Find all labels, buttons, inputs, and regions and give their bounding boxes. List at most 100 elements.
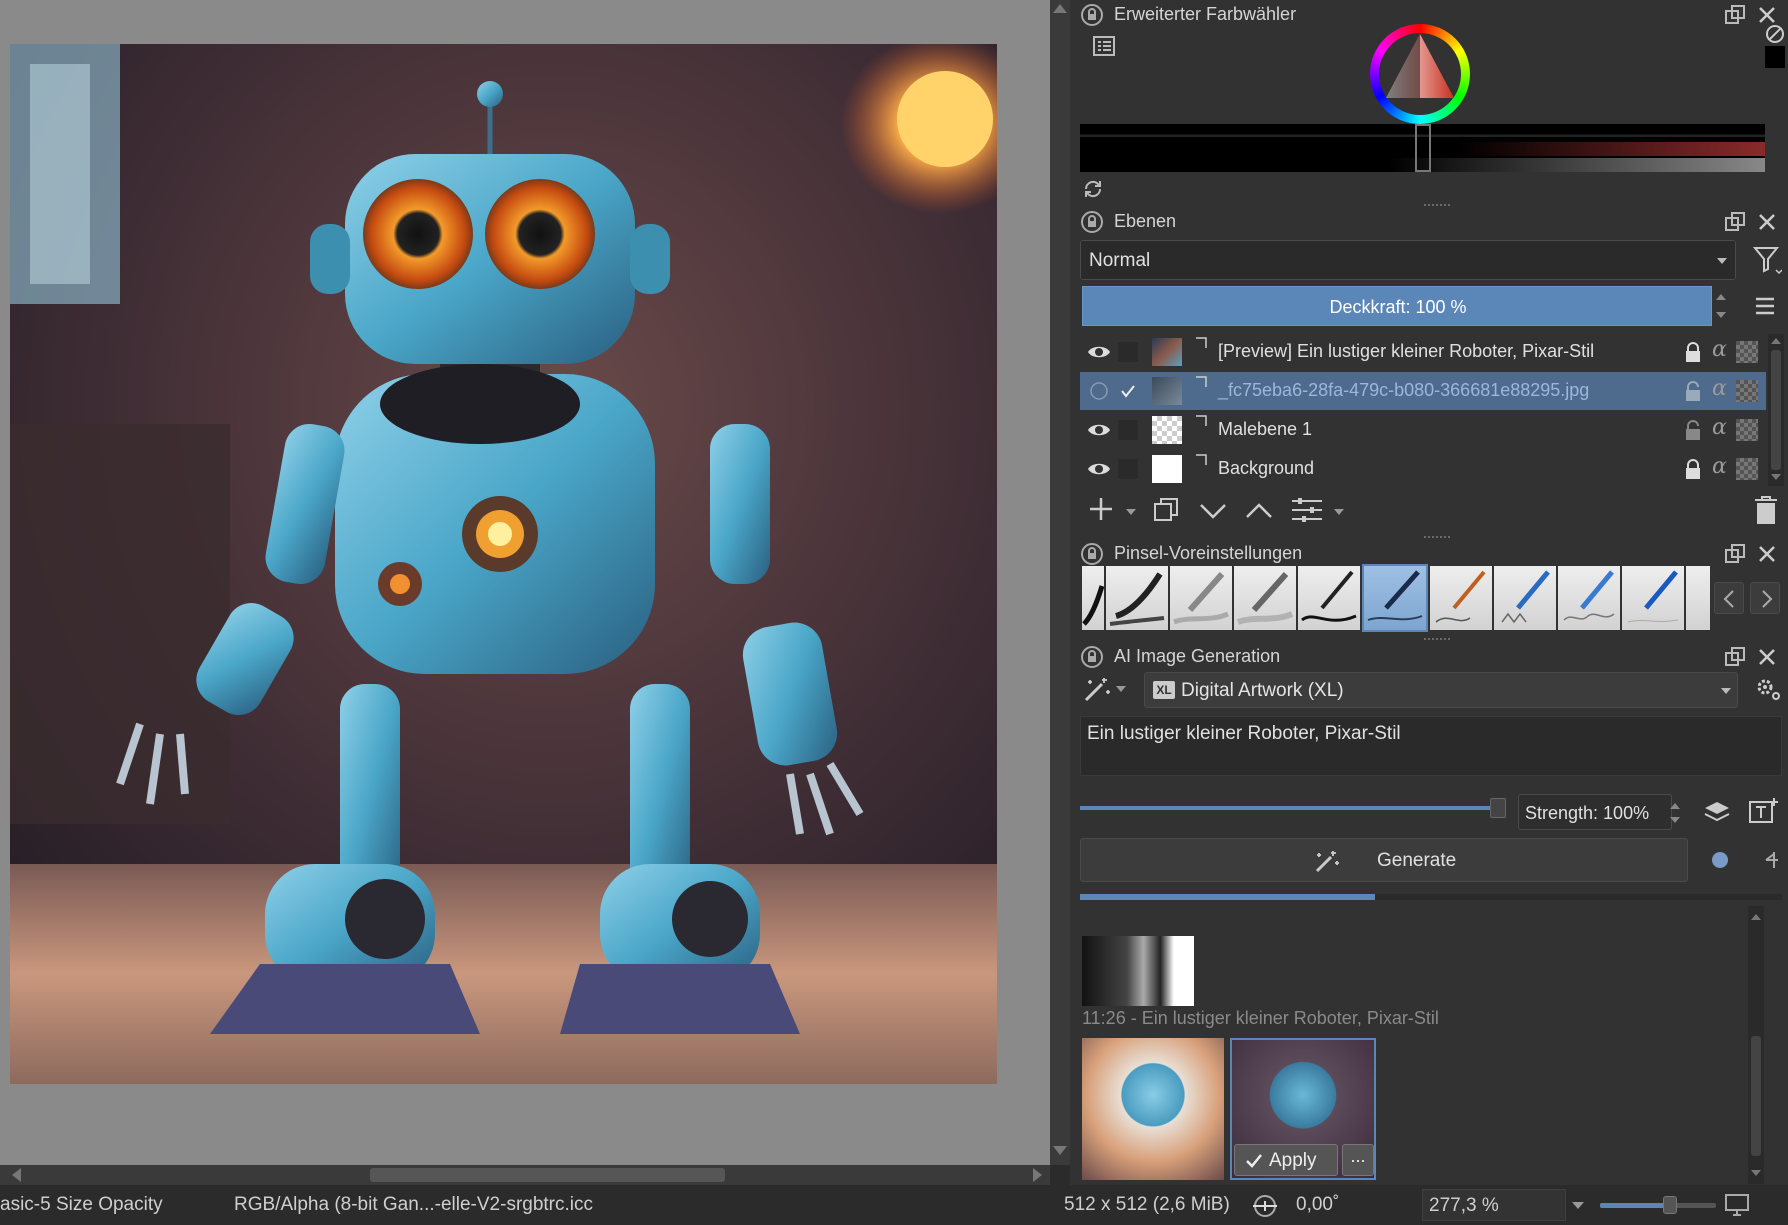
filter-icon[interactable] <box>1752 244 1782 276</box>
layer-checkbox[interactable] <box>1118 420 1138 440</box>
brush-preset-item-selected[interactable] <box>1362 564 1428 632</box>
eye-icon[interactable] <box>1086 457 1112 481</box>
layer-row-selected[interactable]: _fc75eba6-28fa-479c-b080-366681e88295.jp… <box>1080 372 1766 410</box>
layer-checkbox[interactable] <box>1118 459 1138 479</box>
more-options-button[interactable]: ... <box>1342 1144 1374 1176</box>
lock-icon[interactable] <box>1080 645 1104 669</box>
brush-preset-item[interactable] <box>1170 566 1232 630</box>
brush-preset-item[interactable] <box>1082 566 1104 630</box>
layer-checkbox[interactable] <box>1118 342 1138 362</box>
apply-button[interactable]: Apply <box>1234 1144 1338 1176</box>
brush-preset-item[interactable] <box>1106 566 1168 630</box>
shade-cursor[interactable] <box>1415 124 1431 172</box>
canvas-horizontal-scrollbar[interactable] <box>0 1165 1050 1185</box>
close-icon[interactable] <box>1756 211 1778 233</box>
monitor-icon[interactable] <box>1724 1193 1750 1217</box>
refresh-icon[interactable] <box>1082 178 1104 200</box>
history-result-thumbnail[interactable] <box>1082 1038 1224 1180</box>
opacity-slider[interactable]: Deckkraft: 100 % <box>1082 286 1712 326</box>
brush-preset-status[interactable]: asic-5 Size Opacity <box>0 1194 163 1216</box>
layer-properties-icon[interactable] <box>1290 496 1324 524</box>
lock-icon[interactable] <box>1684 458 1702 480</box>
layers-scrollbar[interactable] <box>1768 334 1784 486</box>
blend-mode-select[interactable]: Normal <box>1080 240 1736 280</box>
horizontal-scroll-thumb[interactable] <box>370 1168 725 1182</box>
color-shade-strip[interactable] <box>1080 124 1765 172</box>
strength-slider-handle[interactable] <box>1490 798 1506 818</box>
unlock-icon[interactable] <box>1684 419 1702 441</box>
spin-down-icon[interactable] <box>1716 312 1726 318</box>
no-color-icon[interactable] <box>1765 24 1785 44</box>
alpha-inherit-icon[interactable] <box>1736 419 1758 441</box>
strength-spinner[interactable] <box>1668 798 1682 828</box>
style-select[interactable]: XL Digital Artwork (XL) <box>1144 672 1738 708</box>
eye-hidden-icon[interactable] <box>1086 379 1112 403</box>
layer-row[interactable]: Malebene 1 α <box>1080 411 1766 449</box>
scroll-up-arrow-icon[interactable] <box>1771 338 1781 344</box>
zoom-slider[interactable] <box>1600 1196 1716 1214</box>
eye-icon[interactable] <box>1086 418 1112 442</box>
layer-properties-icon[interactable] <box>1194 335 1210 351</box>
layer-properties-dropdown-icon[interactable] <box>1334 509 1344 515</box>
history-result-thumbnail-selected[interactable]: Apply ... <box>1230 1038 1376 1180</box>
magic-wand-icon[interactable] <box>1082 676 1112 704</box>
scroll-down-arrow-icon[interactable] <box>1771 474 1781 480</box>
alpha-lock-icon[interactable]: α <box>1712 454 1727 479</box>
duplicate-layer-icon[interactable] <box>1152 496 1180 524</box>
next-preset-button[interactable] <box>1750 582 1780 614</box>
lock-icon[interactable] <box>1080 3 1104 27</box>
layer-properties-icon[interactable] <box>1194 452 1210 468</box>
scroll-down-arrow-icon[interactable] <box>1053 1146 1067 1155</box>
add-layer-icon[interactable] <box>1088 496 1114 522</box>
color-wheel[interactable] <box>1370 24 1470 124</box>
layers-stack-icon[interactable] <box>1702 796 1732 826</box>
alpha-lock-icon[interactable]: α <box>1712 415 1727 440</box>
add-layer-dropdown-icon[interactable] <box>1126 509 1136 515</box>
current-color-swatch[interactable] <box>1765 46 1785 68</box>
image-size-status[interactable]: 512 x 512 (2,6 MiB) <box>1064 1194 1230 1216</box>
alpha-lock-icon[interactable]: α <box>1712 337 1727 362</box>
strength-slider-track[interactable] <box>1080 798 1506 818</box>
spin-up-icon[interactable] <box>1670 803 1680 809</box>
alpha-lock-icon[interactable]: α <box>1712 376 1727 401</box>
settings-list-icon[interactable] <box>1092 34 1116 58</box>
text-prompt-icon[interactable] <box>1748 796 1780 826</box>
scroll-right-arrow-icon[interactable] <box>1033 1168 1042 1182</box>
spin-down-icon[interactable] <box>1670 817 1680 823</box>
lock-icon[interactable] <box>1080 542 1104 566</box>
canvas-artwork-robot[interactable] <box>10 44 997 1084</box>
brush-preset-item[interactable] <box>1686 566 1710 630</box>
scroll-down-arrow-icon[interactable] <box>1751 1170 1761 1176</box>
scroll-up-arrow-icon[interactable] <box>1053 4 1067 13</box>
history-thumbnail[interactable] <box>1082 936 1194 1006</box>
float-panel-icon[interactable] <box>1724 543 1746 565</box>
previous-preset-button[interactable] <box>1714 582 1744 614</box>
float-panel-icon[interactable] <box>1724 4 1746 26</box>
move-layer-down-icon[interactable] <box>1198 500 1228 522</box>
layer-properties-icon[interactable] <box>1194 413 1210 429</box>
brush-preset-item[interactable] <box>1430 566 1492 630</box>
lock-icon[interactable] <box>1080 210 1104 234</box>
canvas-vertical-scrollbar[interactable] <box>1050 0 1070 1165</box>
color-profile-status[interactable]: RGB/Alpha (8-bit Gan...-elle-V2-srgbtrc.… <box>234 1194 593 1216</box>
float-panel-icon[interactable] <box>1724 211 1746 233</box>
gear-icon[interactable] <box>1754 676 1782 702</box>
spin-up-icon[interactable] <box>1716 294 1726 300</box>
brush-preset-item[interactable] <box>1558 566 1620 630</box>
layer-checkbox[interactable] <box>1118 381 1138 401</box>
alpha-inherit-icon[interactable] <box>1736 380 1758 402</box>
hamburger-menu-icon[interactable] <box>1754 296 1776 316</box>
close-icon[interactable] <box>1756 543 1778 565</box>
zoom-slider-handle[interactable] <box>1662 1196 1677 1214</box>
generate-button[interactable]: Generate <box>1080 838 1688 882</box>
trash-icon[interactable] <box>1752 494 1780 526</box>
close-icon[interactable] <box>1756 4 1778 26</box>
queue-icon[interactable] <box>1762 850 1778 870</box>
layer-row[interactable]: Background α <box>1080 450 1766 488</box>
brush-preset-item[interactable] <box>1494 566 1556 630</box>
zoom-field[interactable]: 277,3 % <box>1422 1189 1566 1221</box>
opacity-spinner[interactable] <box>1714 288 1730 324</box>
prompt-textarea[interactable]: Ein lustiger kleiner Roboter, Pixar-Stil <box>1080 716 1782 776</box>
lock-icon[interactable] <box>1684 341 1702 363</box>
brush-preset-item[interactable] <box>1298 566 1360 630</box>
